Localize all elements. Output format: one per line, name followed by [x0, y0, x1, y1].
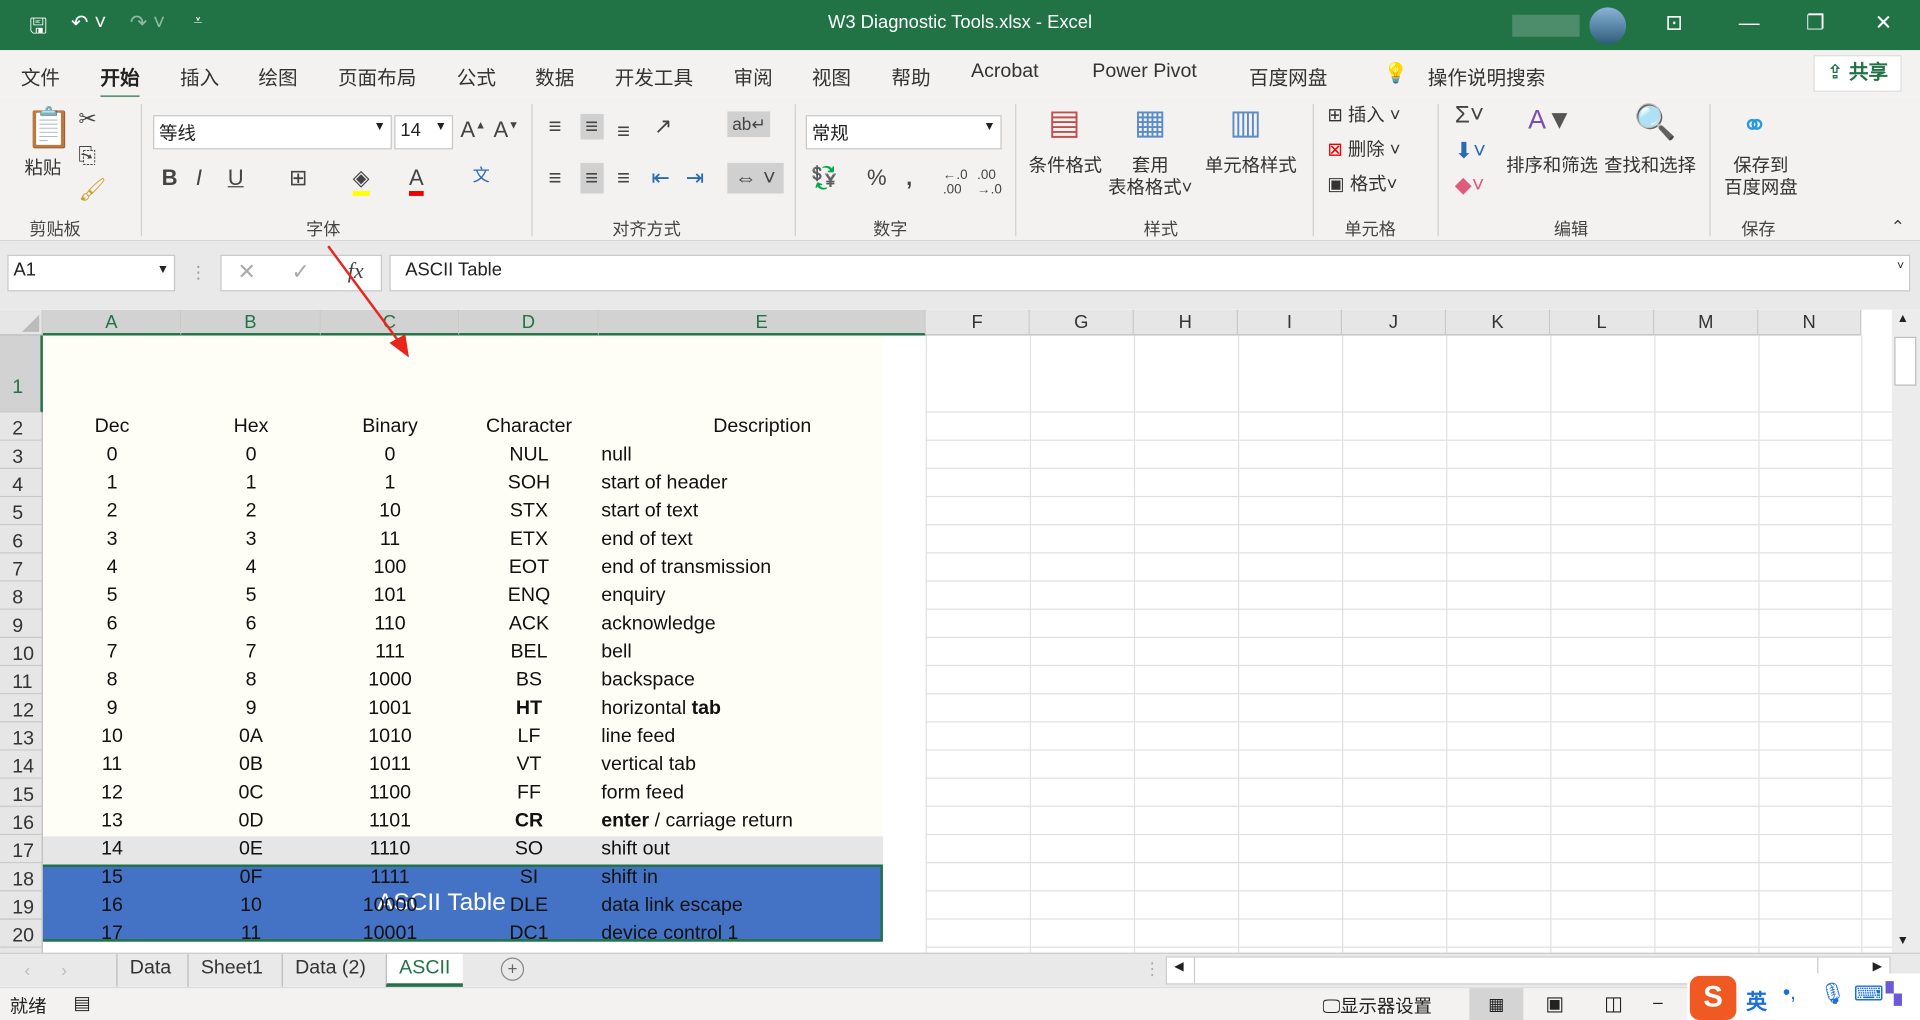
sheet-tab-ascii[interactable]: ASCII: [385, 953, 463, 987]
ime-language[interactable]: 英: [1746, 984, 1767, 1015]
ime-toolbar[interactable]: S 英 •, 🎙 ⌨ ▚: [1687, 973, 1920, 1020]
status-bar: 就绪 ▤ 🖵显示器设置 ▦ ▣ ◫ – S 英 •, 🎙 ⌨ ▚: [0, 973, 1920, 1020]
scroll-left-icon[interactable]: ◀: [1174, 960, 1183, 973]
scroll-up-icon[interactable]: ▲: [1897, 312, 1909, 325]
ime-menu-icon[interactable]: ▚: [1886, 982, 1902, 1006]
ime-punct-icon[interactable]: •,: [1783, 981, 1796, 1005]
new-sheet-button[interactable]: +: [500, 957, 525, 981]
display-settings-button[interactable]: 🖵显示器设置: [1322, 993, 1432, 1019]
vertical-scroll-thumb[interactable]: [1894, 336, 1917, 386]
microphone-icon[interactable]: 🎙: [1820, 982, 1846, 1006]
page-break-view-icon[interactable]: ◫: [1604, 992, 1623, 1016]
next-sheet-icon[interactable]: ›: [61, 960, 67, 980]
prev-sheet-icon[interactable]: ‹: [24, 960, 30, 980]
zoom-out-icon[interactable]: –: [1653, 992, 1663, 1012]
macro-record-icon[interactable]: ▤: [73, 992, 90, 1014]
ready-status: 就绪: [9, 996, 47, 1018]
sheet-tab-bar: ‹ › Data Sheet1 Data (2) ASCII + ⋮ ◀ ▶: [0, 952, 1920, 987]
splitter-icon[interactable]: ⋮: [1144, 959, 1161, 980]
sheet-tab-data-2[interactable]: Data (2): [281, 953, 378, 987]
sheet-tab-data[interactable]: Data: [116, 953, 183, 987]
scroll-right-icon[interactable]: ▶: [1873, 960, 1882, 973]
annotation-arrow: [327, 245, 409, 358]
sogou-logo-icon[interactable]: S: [1689, 975, 1737, 1020]
display-settings-label: 显示器设置: [1340, 996, 1433, 1018]
sheet-tab-sheet1[interactable]: Sheet1: [187, 953, 275, 987]
keyboard-icon[interactable]: ⌨: [1854, 982, 1884, 1006]
vertical-scrollbar[interactable]: ▲ ▼: [1891, 309, 1920, 953]
page-layout-view-icon[interactable]: ▣: [1545, 992, 1564, 1016]
normal-view-icon[interactable]: ▦: [1469, 988, 1524, 1020]
scroll-down-icon[interactable]: ▼: [1897, 934, 1909, 947]
